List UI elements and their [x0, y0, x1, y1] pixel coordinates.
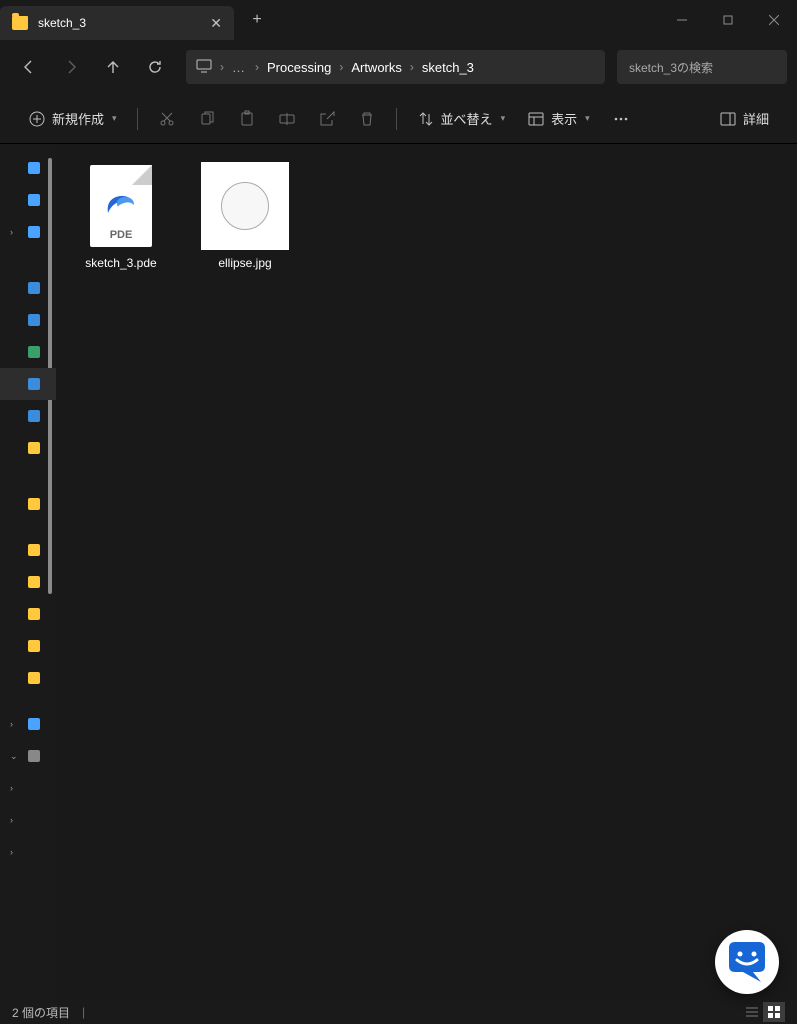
sidebar-item[interactable]: [0, 662, 56, 694]
file-item-image[interactable]: ellipse.jpg: [192, 156, 298, 276]
sidebar-item[interactable]: ›: [0, 216, 56, 248]
details-label: 詳細: [743, 109, 769, 128]
sidebar-item[interactable]: ›: [0, 708, 56, 740]
back-button[interactable]: [10, 49, 48, 85]
sidebar-item[interactable]: [0, 488, 56, 520]
tab-title: sketch_3: [38, 16, 200, 30]
sidebar-item[interactable]: ›: [0, 836, 56, 868]
navbar: › … › Processing › Artworks › sketch_3 s…: [0, 40, 797, 94]
sidebar-item[interactable]: [0, 368, 56, 400]
sidebar-item[interactable]: ⌄: [0, 740, 56, 772]
icons-view-button[interactable]: [763, 1002, 785, 1022]
new-button[interactable]: 新規作成 ▾: [18, 102, 127, 136]
chevron-down-icon: ⌄: [10, 751, 18, 762]
divider: [396, 108, 397, 130]
file-content-area[interactable]: PDE sketch_3.pde ellipse.jpg: [56, 144, 797, 1000]
chevron-down-icon: ▾: [585, 113, 590, 124]
sidebar-item[interactable]: [0, 598, 56, 630]
navigation-sidebar[interactable]: › › ⌄ › › ›: [0, 144, 56, 1000]
file-type-label: PDE: [90, 229, 152, 241]
copy-button[interactable]: [188, 102, 226, 136]
sort-button[interactable]: 並べ替え ▾: [407, 102, 516, 136]
sidebar-item[interactable]: [0, 566, 56, 598]
assistant-badge[interactable]: [715, 930, 779, 994]
sidebar-item[interactable]: [0, 152, 56, 184]
toolbar: 新規作成 ▾ 並べ替え ▾ 表示 ▾ 詳細: [0, 94, 797, 144]
close-window-button[interactable]: [751, 0, 797, 40]
chevron-right-icon: ›: [255, 60, 259, 74]
search-placeholder: sketch_3の検索: [629, 59, 713, 76]
view-label: 表示: [551, 109, 577, 128]
new-label: 新規作成: [52, 109, 104, 128]
folder-icon: [12, 16, 28, 30]
forward-button[interactable]: [52, 49, 90, 85]
active-tab[interactable]: sketch_3 ✕: [0, 6, 234, 40]
breadcrumb-item[interactable]: Processing: [267, 60, 331, 75]
file-thumbnail: [201, 162, 289, 250]
file-item-pde[interactable]: PDE sketch_3.pde: [68, 156, 174, 276]
details-view-button[interactable]: [741, 1002, 763, 1022]
sidebar-item[interactable]: ›: [0, 804, 56, 836]
more-button[interactable]: [602, 102, 640, 136]
chevron-right-icon: ›: [10, 719, 13, 729]
chevron-right-icon: ›: [410, 60, 414, 74]
breadcrumb-overflow[interactable]: …: [232, 60, 247, 75]
refresh-button[interactable]: [136, 49, 174, 85]
file-name: ellipse.jpg: [218, 256, 271, 270]
delete-button[interactable]: [348, 102, 386, 136]
close-tab-icon[interactable]: ✕: [210, 15, 222, 32]
titlebar: sketch_3 ✕ +: [0, 0, 797, 40]
pc-icon: [196, 59, 212, 76]
breadcrumb-item[interactable]: sketch_3: [422, 60, 474, 75]
chevron-right-icon: ›: [10, 847, 13, 857]
cut-button[interactable]: [148, 102, 186, 136]
details-pane-button[interactable]: 詳細: [709, 102, 779, 136]
breadcrumb-item[interactable]: Artworks: [351, 60, 402, 75]
search-input[interactable]: sketch_3の検索: [617, 50, 787, 84]
sidebar-item[interactable]: [0, 400, 56, 432]
address-bar[interactable]: › … › Processing › Artworks › sketch_3: [186, 50, 605, 84]
sidebar-item[interactable]: ›: [0, 772, 56, 804]
file-name: sketch_3.pde: [85, 256, 156, 270]
sidebar-item[interactable]: [0, 304, 56, 336]
divider: [137, 108, 138, 130]
chevron-down-icon: ▾: [112, 113, 117, 124]
chevron-right-icon: ›: [339, 60, 343, 74]
statusbar: 2 個の項目 |: [0, 1000, 797, 1024]
item-count: 2 個の項目: [12, 1004, 70, 1021]
maximize-button[interactable]: [705, 0, 751, 40]
sidebar-item[interactable]: [0, 184, 56, 216]
paste-button[interactable]: [228, 102, 266, 136]
up-button[interactable]: [94, 49, 132, 85]
chevron-right-icon: ›: [10, 227, 13, 237]
pde-file-icon: PDE: [90, 165, 152, 247]
view-button[interactable]: 表示 ▾: [517, 102, 600, 136]
new-tab-button[interactable]: +: [234, 0, 280, 40]
share-button[interactable]: [308, 102, 346, 136]
chevron-down-icon: ▾: [501, 113, 506, 124]
sidebar-item[interactable]: [0, 630, 56, 662]
sidebar-item[interactable]: [0, 534, 56, 566]
chevron-right-icon: ›: [220, 60, 224, 74]
chevron-right-icon: ›: [10, 815, 13, 825]
sidebar-item[interactable]: [0, 336, 56, 368]
image-thumbnail: [201, 162, 289, 250]
main-area: › › ⌄ › › › PD: [0, 144, 797, 1000]
rename-button[interactable]: [268, 102, 306, 136]
chevron-right-icon: ›: [10, 783, 13, 793]
minimize-button[interactable]: [659, 0, 705, 40]
sidebar-item[interactable]: [0, 272, 56, 304]
file-thumbnail: PDE: [77, 162, 165, 250]
sort-label: 並べ替え: [441, 109, 493, 128]
sidebar-item[interactable]: [0, 432, 56, 464]
